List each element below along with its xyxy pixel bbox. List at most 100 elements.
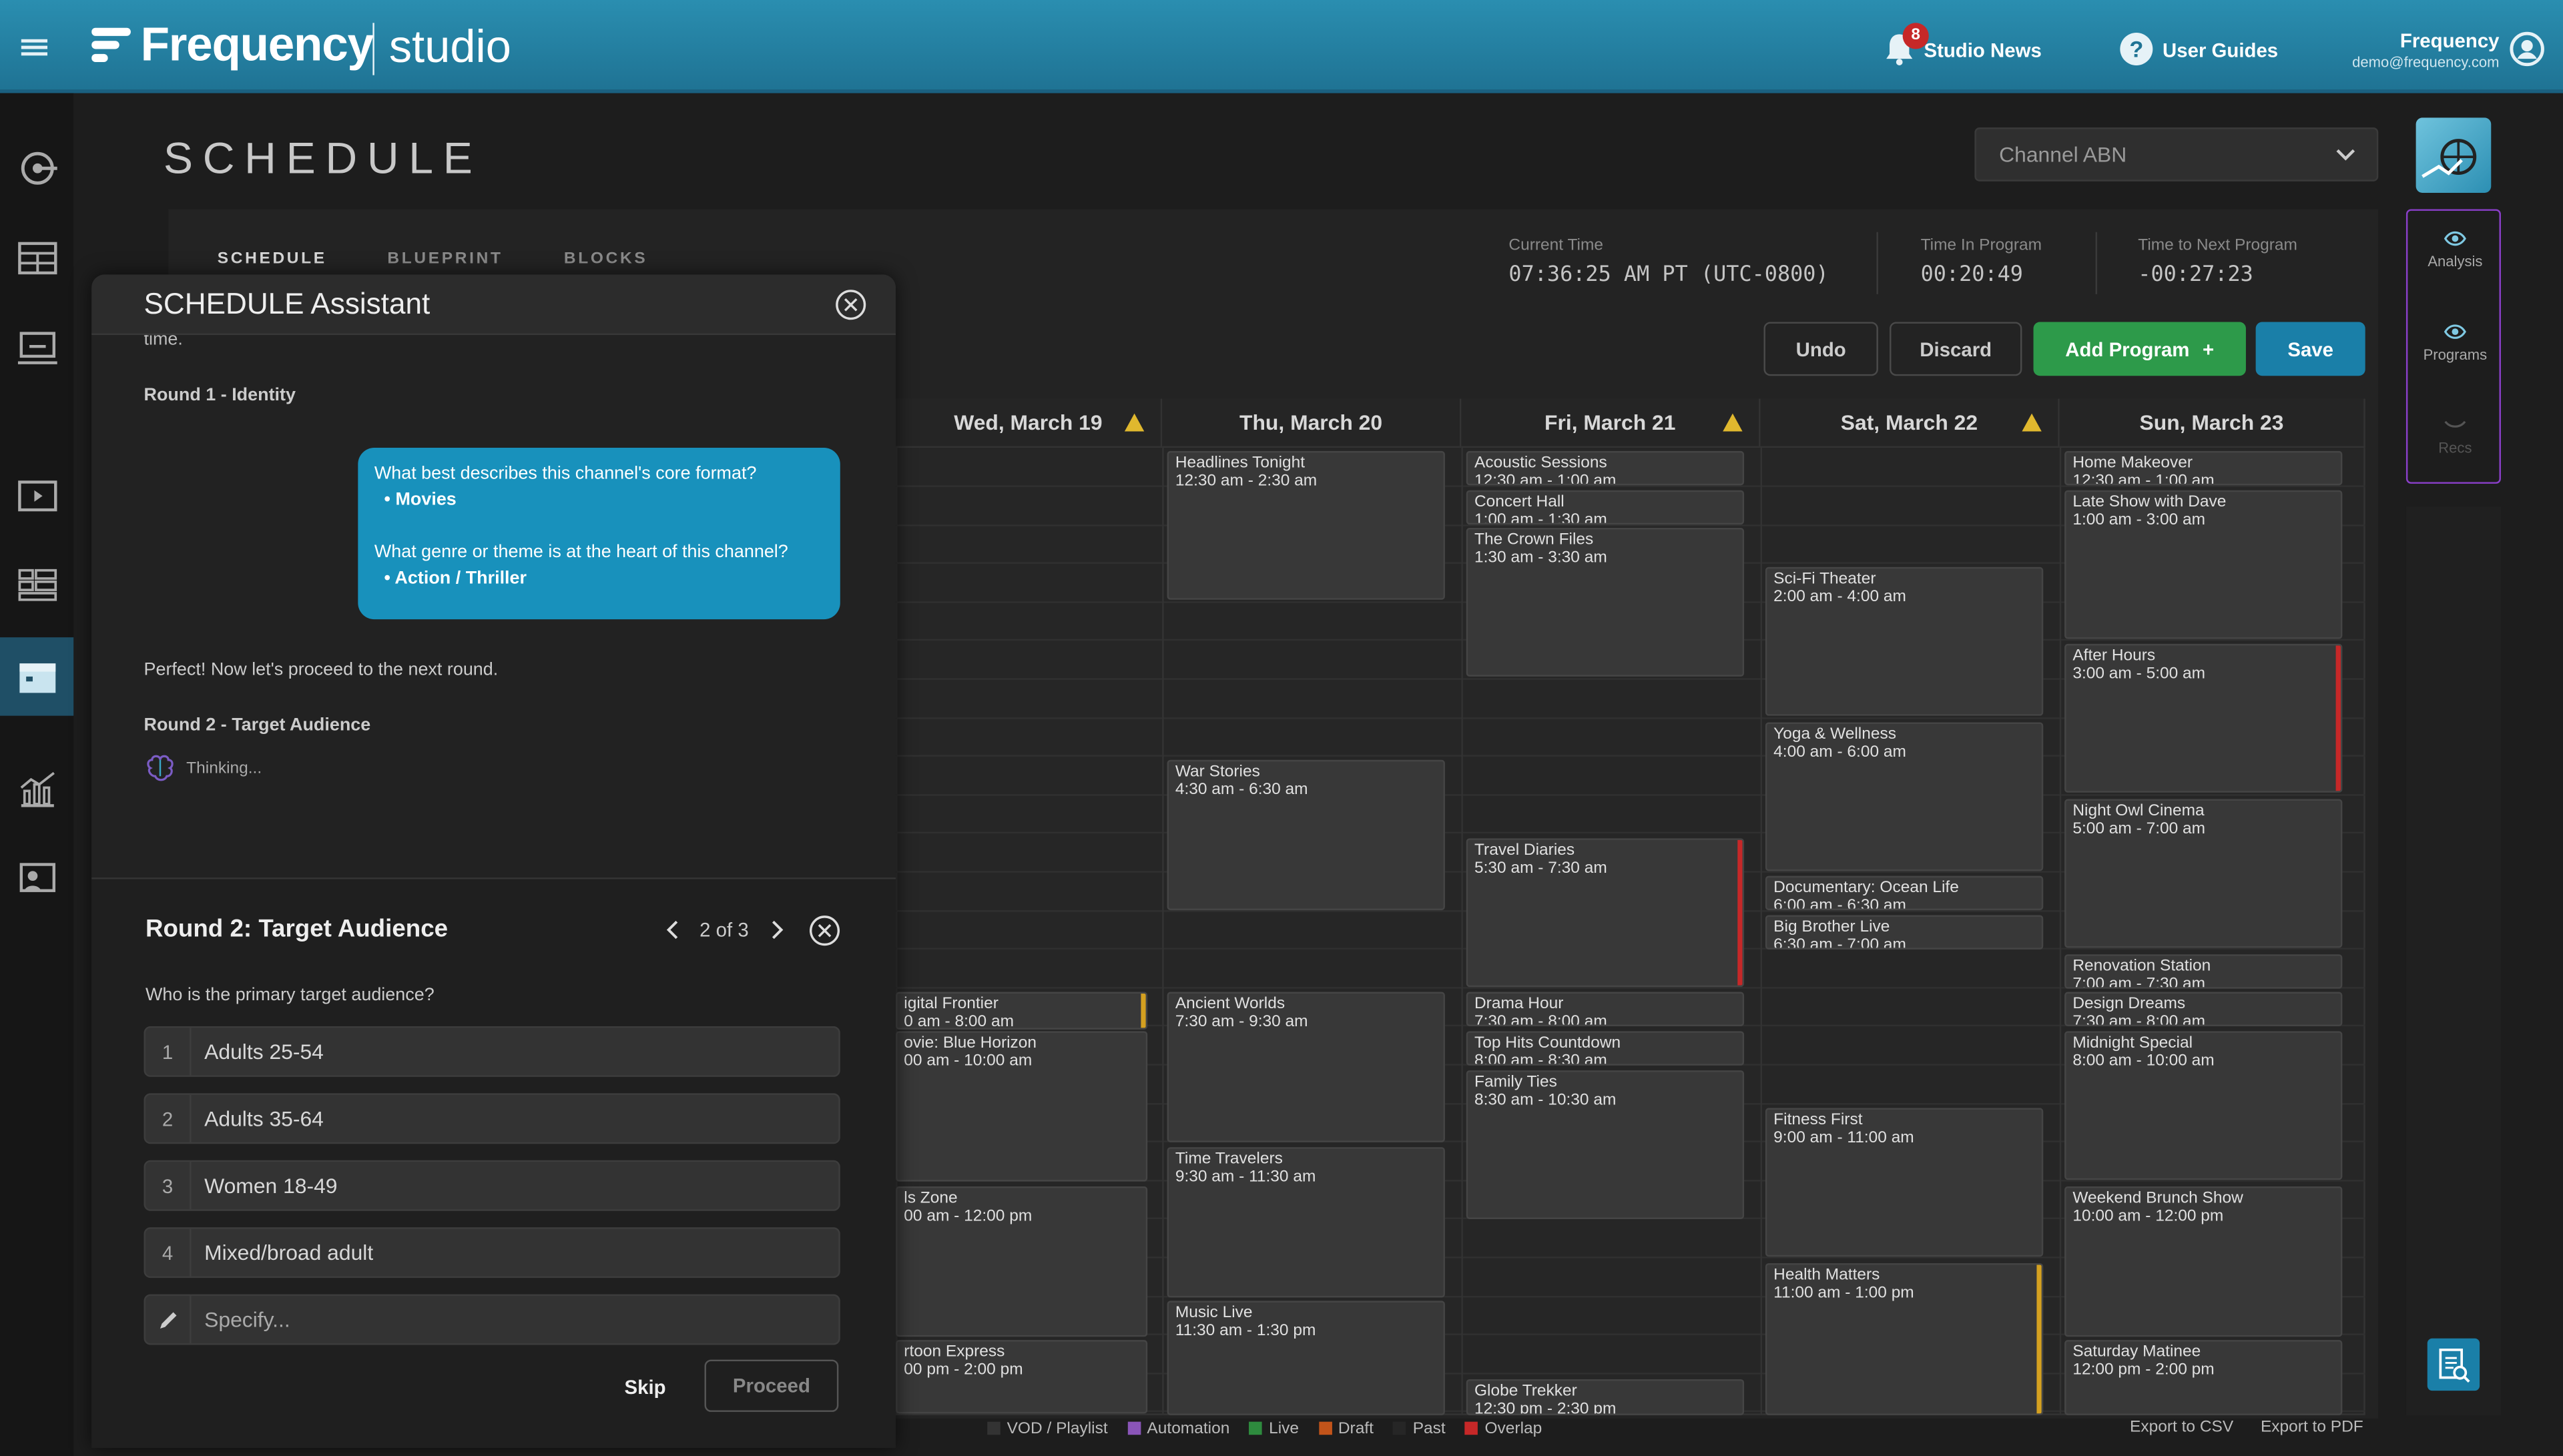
legend-label: Overlap [1484,1419,1542,1437]
sidebar-item-presenter[interactable] [0,840,73,919]
program-title: Acoustic Sessions [1474,454,1607,472]
export-pdf-link[interactable]: Export to PDF [2261,1419,2363,1437]
warning-icon[interactable] [1124,413,1145,432]
warning-icon[interactable] [1723,413,1743,432]
sidebar-item-targeting[interactable] [0,129,73,208]
tab-blocks[interactable]: BLOCKS [564,250,647,268]
user-guides-link[interactable]: User Guides [2163,39,2278,62]
brain-icon [144,753,177,783]
program-title: After Hours [2072,647,2156,665]
skip-button[interactable]: Skip [625,1376,666,1399]
hamburger-menu-icon[interactable] [16,29,52,65]
top-bar: Frequency studio 8 Studio News ? User Gu… [0,0,2563,93]
undo-button[interactable]: Undo [1763,322,1878,376]
program-block[interactable]: Family Ties 8:30 am - 10:30 am [1466,1070,1745,1219]
program-block[interactable]: Documentary: Ocean Life 6:00 am - 6:30 am [1765,875,2044,911]
program-block[interactable]: Travel Diaries 5:30 am - 7:30 am [1466,838,1745,988]
program-block[interactable]: Fitness First 9:00 am - 11:00 am [1765,1108,2044,1257]
specify-input[interactable]: Specify... [144,1294,840,1345]
pencil-icon [146,1296,192,1344]
program-block[interactable]: War Stories 4:30 am - 6:30 am [1167,759,1445,911]
day-header: Sun, March 23 [2059,398,2365,448]
time-next-value: -00:27:23 [2138,263,2253,288]
program-block[interactable]: Acoustic Sessions 12:30 am - 1:00 am [1466,450,1745,486]
program-title: Sci-Fi Theater [1773,570,1876,589]
calendar-icon [19,663,55,693]
card-close-button[interactable] [809,915,840,946]
legend-item: Automation [1127,1419,1229,1438]
program-block[interactable]: Home Makeover 12:30 am - 1:00 am [2064,450,2343,486]
channel-thumbnail[interactable] [2415,117,2492,193]
next-chevron-icon[interactable] [767,918,786,941]
program-block[interactable]: Big Brother Live 6:30 am - 7:00 am [1765,915,2044,950]
export-csv-link[interactable]: Export to CSV [2130,1419,2233,1437]
rail-item-programs[interactable]: Programs [2407,324,2502,363]
overlap-indicator [2335,645,2341,791]
program-block[interactable]: Weekend Brunch Show 10:00 am - 12:00 pm [2064,1186,2343,1337]
program-block[interactable]: The Crown Files 1:30 am - 3:30 am [1466,528,1745,677]
sidebar-item-media[interactable] [0,456,73,534]
program-block[interactable]: Time Travelers 9:30 am - 11:30 am [1167,1147,1445,1298]
sidebar-item-layout[interactable] [0,219,73,298]
document-search-button[interactable] [2427,1338,2480,1391]
program-block[interactable]: Saturday Matinee 12:00 pm - 2:00 pm [2064,1340,2343,1415]
tab-schedule[interactable]: SCHEDULE [218,250,327,268]
program-title: Big Brother Live [1773,918,1890,937]
rail-label-recs: Recs [2438,439,2472,456]
program-title: Late Show with Dave [2072,493,2227,512]
program-block[interactable]: Health Matters 11:00 am - 1:00 pm [1765,1263,2044,1415]
program-block[interactable]: igital Frontier 0 am - 8:00 am [896,992,1148,1030]
program-block[interactable]: Drama Hour 7:30 am - 8:00 am [1466,992,1745,1026]
save-button[interactable]: Save [2255,322,2365,376]
program-title: Ancient Worlds [1175,995,1286,1014]
discard-button[interactable]: Discard [1890,322,2022,376]
studio-news-link[interactable]: Studio News [1924,39,2041,62]
proceed-button[interactable]: Proceed [704,1359,839,1412]
program-block[interactable]: Headlines Tonight 12:30 am - 2:30 am [1167,450,1445,600]
program-block[interactable]: ovie: Blue Horizon 00 am - 10:00 am [896,1031,1148,1182]
day-headers: Wed, March 19 Thu, March 20 Fri, March 21 S… [896,398,2365,448]
sidebar-item-schedule[interactable] [0,637,74,716]
option-number: 4 [146,1228,192,1277]
program-time: 2:00 am - 4:00 am [1773,588,1906,607]
sidebar-item-analytics[interactable] [0,750,73,829]
legend-item: Draft [1318,1419,1374,1438]
help-icon[interactable]: ? [2120,32,2153,65]
sidebar-item-blocks[interactable] [0,546,73,625]
rail-item-recs[interactable]: Recs [2407,416,2502,456]
program-block[interactable]: Ancient Worlds 7:30 am - 9:30 am [1167,992,1445,1142]
option-3[interactable]: 3 Women 18-49 [144,1160,840,1211]
program-block[interactable]: Midnight Special 8:00 am - 10:00 am [2064,1031,2343,1180]
program-title: Drama Hour [1474,995,1564,1014]
program-block[interactable]: Music Live 11:30 am - 1:30 pm [1167,1301,1445,1415]
prev-chevron-icon[interactable] [663,918,683,941]
option-1[interactable]: 1 Adults 25-54 [144,1026,840,1077]
current-time-label: Current Time [1508,237,1603,256]
day-header: Wed, March 19 [896,398,1163,448]
program-block[interactable]: Globe Trekker 12:30 pm - 2:30 pm [1466,1379,1745,1415]
program-block[interactable]: Late Show with Dave 1:00 am - 3:00 am [2064,490,2343,639]
option-number: 1 [146,1028,192,1076]
program-block[interactable]: rtoon Express 00 pm - 2:00 pm [896,1340,1148,1414]
option-2[interactable]: 2 Adults 35-64 [144,1093,840,1144]
program-block[interactable]: After Hours 3:00 am - 5:00 am [2064,643,2343,793]
sidebar-item-monitor[interactable] [0,309,73,388]
program-title: Renovation Station [2072,958,2211,976]
program-block[interactable]: Yoga & Wellness 4:00 am - 6:00 am [1765,722,2044,871]
tab-blueprint[interactable]: BLUEPRINT [387,250,503,268]
program-block[interactable]: ls Zone 00 am - 12:00 pm [896,1186,1148,1337]
program-block[interactable]: Sci-Fi Theater 2:00 am - 4:00 am [1765,567,2044,716]
program-block[interactable]: Design Dreams 7:30 am - 8:00 am [2064,992,2343,1026]
program-block[interactable]: Top Hits Countdown 8:00 am - 8:30 am [1466,1031,1745,1066]
add-program-button[interactable]: Add Program + [2033,322,2246,376]
rail-item-analysis[interactable]: Analysis [2407,230,2502,270]
program-block[interactable]: Night Owl Cinema 5:00 am - 7:00 am [2064,799,2343,948]
program-time: 6:30 am - 7:00 am [1773,936,1906,950]
assistant-close-button[interactable] [835,289,866,320]
warning-icon[interactable] [2022,413,2042,432]
user-avatar-icon[interactable] [2509,31,2545,67]
program-block[interactable]: Concert Hall 1:00 am - 1:30 am [1466,490,1745,525]
option-4[interactable]: 4 Mixed/broad adult [144,1227,840,1279]
program-block[interactable]: Renovation Station 7:00 am - 7:30 am [2064,954,2343,989]
channel-select[interactable]: Channel ABN [1974,127,2379,181]
